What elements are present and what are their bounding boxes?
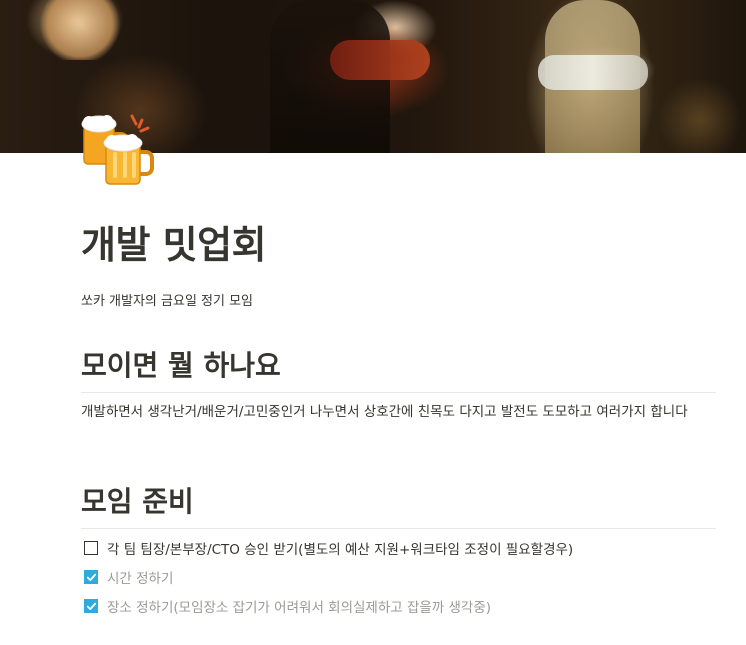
cover-figure-right-sash [538, 55, 648, 90]
checkbox-checked[interactable] [84, 570, 98, 584]
checkbox-checked[interactable] [84, 599, 98, 613]
cover-figure-sash [330, 40, 430, 80]
todo-item-time: 시간 정하기 [81, 566, 173, 588]
todo-text[interactable]: 시간 정하기 [107, 567, 173, 587]
page-title[interactable]: 개발 밋업회 [81, 214, 267, 269]
heading-what-we-do[interactable]: 모이면 뭘 하나요 [81, 344, 281, 384]
checkmark-icon [86, 573, 96, 581]
todo-text[interactable]: 장소 정하기(모임장소 잡기가 어려워서 회의실제하고 잡을까 생각중) [107, 596, 491, 616]
divider [81, 392, 716, 393]
divider [81, 528, 716, 529]
todo-item-approval: 각 팀 팀장/본부장/CTO 승인 받기(별도의 예산 지원+워크타임 조정이 … [81, 537, 573, 559]
heading-meetup-prep[interactable]: 모임 준비 [81, 480, 194, 520]
todo-item-place: 장소 정하기(모임장소 잡기가 어려워서 회의실제하고 잡을까 생각중) [81, 595, 491, 617]
checkmark-icon [86, 602, 96, 610]
cover-figure-left [40, 0, 120, 60]
checkbox-unchecked[interactable] [84, 541, 98, 555]
notion-page: 개발 밋업회 쏘카 개발자의 금요일 정기 모임 모이면 뭘 하나요 개발하면서… [0, 0, 746, 645]
beer-mugs-icon[interactable] [80, 112, 158, 188]
paragraph-what-we-do[interactable]: 개발하면서 생각난거/배운거/고민중인거 나누면서 상호간에 친목도 다지고 발… [81, 402, 717, 423]
page-description[interactable]: 쏘카 개발자의 금요일 정기 모임 [81, 290, 253, 309]
todo-text[interactable]: 각 팀 팀장/본부장/CTO 승인 받기(별도의 예산 지원+워크타임 조정이 … [107, 538, 573, 558]
